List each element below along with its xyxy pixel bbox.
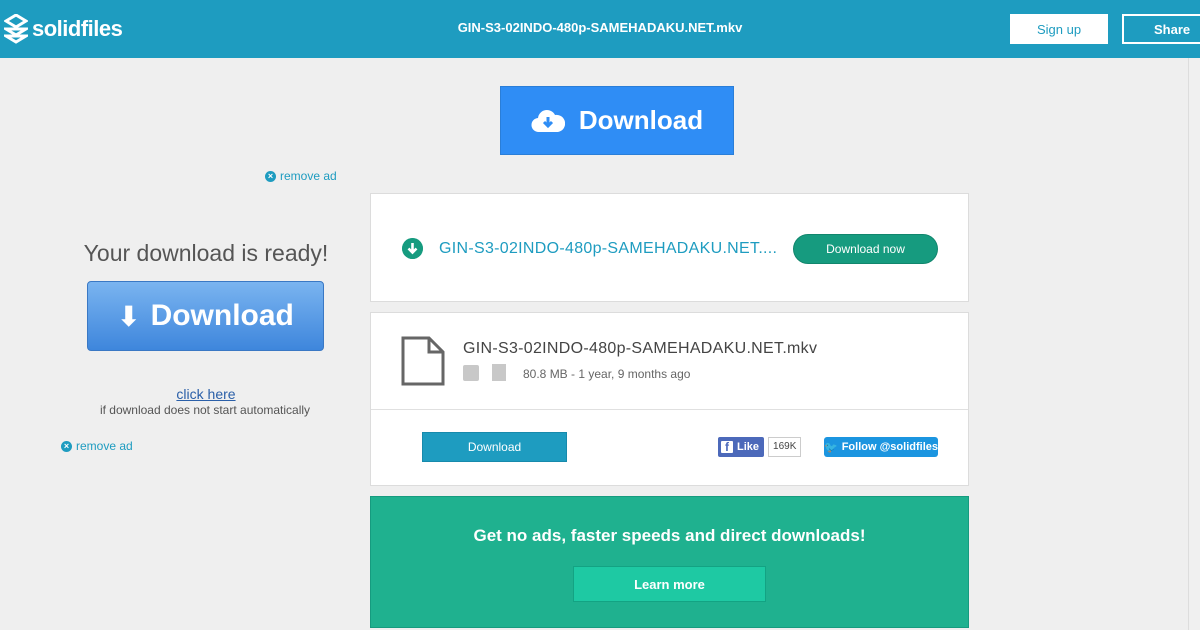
download-now-button[interactable]: Download now: [793, 234, 938, 264]
file-meta: 80.8 MB - 1 year, 9 months ago: [523, 367, 691, 381]
twitter-follow-button[interactable]: 🐦 Follow @solidfiles: [824, 437, 938, 457]
ad-ready-text: Your download is ready!: [83, 240, 329, 266]
remove-ad-link-2[interactable]: × remove ad: [61, 439, 133, 453]
file-download-button[interactable]: Download: [422, 432, 567, 462]
top-header: solidfiles GIN-S3-02INDO-480p-SAMEHADAKU…: [0, 0, 1200, 58]
download-circle-icon: [402, 238, 423, 259]
signup-button[interactable]: Sign up: [1010, 14, 1108, 44]
auto-download-note: if download does not start automatically: [99, 403, 311, 417]
share-button[interactable]: Share: [1122, 14, 1200, 44]
remove-ad-link[interactable]: × remove ad: [265, 169, 337, 183]
top-download-button[interactable]: Download: [500, 86, 734, 155]
arrow-down-icon: ⬇: [117, 300, 141, 332]
facebook-icon: f: [721, 441, 733, 454]
download-now-card: GIN-S3-02INDO-480p-SAMEHADAKU.NET.... Do…: [370, 193, 969, 302]
premium-promo-banner: Get no ads, faster speeds and direct dow…: [370, 496, 969, 628]
cloud-download-icon: [531, 109, 565, 132]
scrollbar[interactable]: [1188, 58, 1200, 630]
learn-more-button[interactable]: Learn more: [573, 566, 766, 602]
ad-download-button[interactable]: ⬇ Download: [87, 281, 324, 351]
copy-icon[interactable]: [492, 364, 506, 381]
file-icon: [401, 336, 445, 386]
ad-download-label: Download: [150, 299, 294, 332]
file-name: GIN-S3-02INDO-480p-SAMEHADAKU.NET.mkv: [463, 340, 818, 357]
facebook-like-button[interactable]: f Like: [718, 437, 765, 457]
twitter-follow-label: Follow @solidfiles: [841, 441, 938, 453]
facebook-like-widget[interactable]: f Like 169K: [718, 437, 802, 457]
file-name-link[interactable]: GIN-S3-02INDO-480p-SAMEHADAKU.NET....: [439, 240, 777, 258]
promo-text: Get no ads, faster speeds and direct dow…: [473, 526, 866, 545]
remove-ad-label: remove ad: [280, 169, 337, 183]
facebook-like-label: Like: [737, 441, 760, 453]
top-download-label: Download: [578, 105, 704, 135]
click-here-link[interactable]: click here: [0, 386, 412, 402]
facebook-like-count: 169K: [768, 437, 802, 457]
close-circle-icon: ×: [61, 440, 72, 452]
close-circle-icon: ×: [265, 170, 276, 182]
share-icon[interactable]: [463, 365, 479, 381]
remove-ad-label: remove ad: [76, 439, 133, 453]
divider: [371, 409, 968, 410]
twitter-icon: 🐦: [824, 441, 838, 454]
file-info-card: GIN-S3-02INDO-480p-SAMEHADAKU.NET.mkv 80…: [370, 312, 969, 486]
